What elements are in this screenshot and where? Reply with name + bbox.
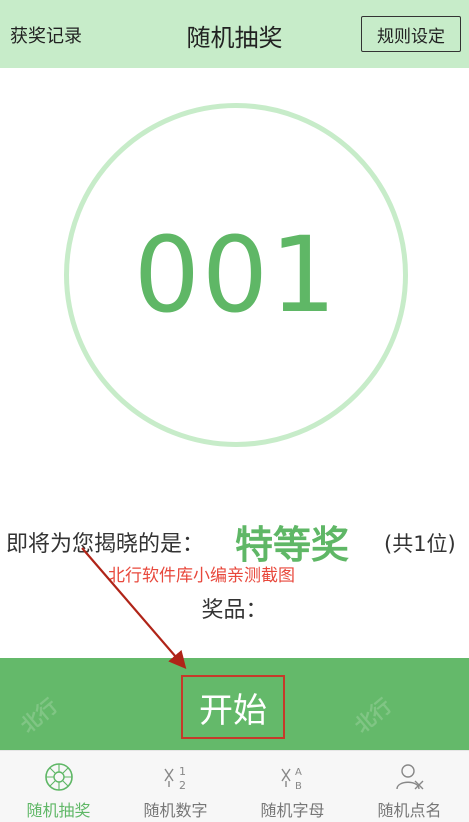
winner-count: (共1位) (384, 532, 456, 556)
nav-label: 随机点名 (377, 801, 442, 820)
letters-icon: A B (281, 767, 302, 792)
svg-text:A: A (295, 767, 302, 778)
nav-item-random-letter[interactable]: A B 随机字母 (234, 751, 351, 822)
svg-text:B: B (295, 781, 302, 792)
start-button[interactable]: 开始 (181, 675, 285, 739)
app-header: 获奖记录 随机抽奖 规则设定 (0, 0, 469, 68)
person-icon (396, 764, 424, 790)
draw-number: 001 (133, 214, 339, 336)
wheel-icon (45, 763, 73, 791)
nav-label: 随机字母 (260, 801, 325, 820)
nav-label: 随机抽奖 (26, 801, 91, 820)
reveal-prefix: 即将为您揭晓的是： (6, 532, 205, 557)
svg-text:1: 1 (179, 765, 186, 778)
screenshot-watermark: 北行软件库小编亲测截图 (108, 566, 295, 586)
nav-item-random-rollcall[interactable]: 随机点名 (351, 751, 468, 822)
prize-label: 奖品： (201, 598, 268, 623)
numbers-icon: 1 2 (164, 765, 186, 792)
svg-text:2: 2 (179, 779, 186, 792)
bottom-nav: 随机抽奖 1 2 随机数字 A B 随机字母 随机点名 (0, 750, 469, 822)
nav-item-random-draw[interactable]: 随机抽奖 (0, 751, 117, 822)
nav-label: 随机数字 (143, 801, 208, 820)
rule-settings-button[interactable]: 规则设定 (361, 16, 461, 52)
nav-item-random-number[interactable]: 1 2 随机数字 (117, 751, 234, 822)
